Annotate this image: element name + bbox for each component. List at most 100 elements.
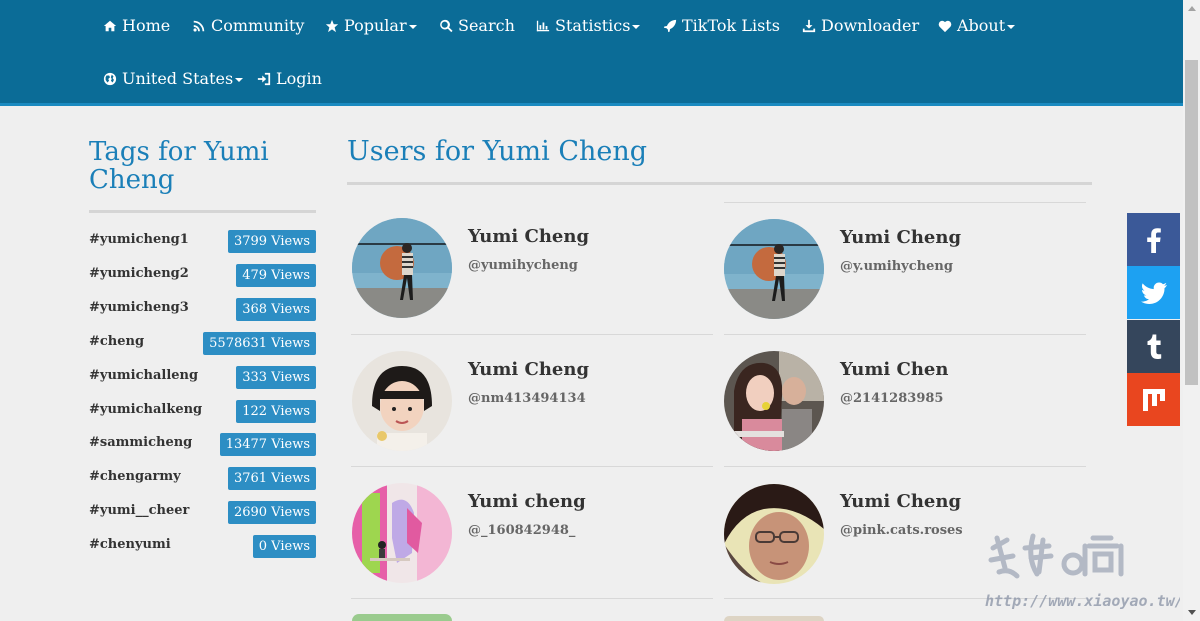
card-divider — [724, 202, 1086, 203]
chevron-down-icon — [1007, 24, 1016, 29]
nav-search[interactable]: Search — [438, 16, 515, 35]
tag-row[interactable]: #yumicheng1 3799 Views — [89, 230, 316, 254]
scroll-thumb[interactable] — [1185, 60, 1198, 385]
facebook-icon — [1146, 227, 1161, 253]
scroll-down-arrow-icon[interactable] — [1183, 604, 1200, 621]
tag-row[interactable]: #yumichalleng 333 Views — [89, 366, 316, 390]
tag-row[interactable]: #chenyumi 0 Views — [89, 535, 316, 559]
nav-community[interactable]: Community — [191, 16, 304, 35]
nav-community-label: Community — [211, 16, 305, 35]
tag-row[interactable]: #yumicheng2 479 Views — [89, 264, 316, 288]
chevron-down-icon — [632, 24, 641, 29]
users-divider — [347, 182, 1092, 185]
card-divider — [351, 334, 713, 335]
user-name[interactable]: Yumi Cheng — [468, 226, 589, 247]
tag-name[interactable]: #yumi__cheer — [89, 503, 189, 518]
tags-heading: Tags for Yumi Cheng — [89, 137, 269, 195]
nav-about[interactable]: About — [937, 16, 1016, 35]
user-name[interactable]: Yumi Cheng — [468, 359, 589, 380]
tag-name[interactable]: #yumicheng3 — [89, 300, 189, 315]
rocket-icon — [662, 18, 678, 34]
nav-home-label: Home — [122, 16, 171, 35]
tag-views-badge: 3799 Views — [227, 230, 316, 253]
bar-chart-icon — [535, 18, 551, 34]
tag-row[interactable]: #sammicheng 13477 Views — [89, 433, 316, 457]
mix-share-button[interactable] — [1127, 373, 1180, 426]
user-handle: @2141283985 — [840, 391, 944, 406]
nav-statistics-label: Statistics — [555, 16, 631, 35]
watermark-url: http://www.xiaoyao.tw/ — [985, 592, 1180, 610]
user-avatar[interactable] — [724, 219, 824, 319]
tag-name[interactable]: #sammicheng — [89, 435, 192, 450]
user-name[interactable]: Yumi Chen — [840, 359, 948, 380]
twitter-icon — [1140, 282, 1167, 304]
tag-name[interactable]: #chengarmy — [89, 469, 181, 484]
chevron-down-icon — [235, 77, 244, 82]
tag-row[interactable]: #yumicheng3 368 Views — [89, 298, 316, 322]
rss-icon — [191, 18, 207, 34]
tag-row[interactable]: #chengarmy 3761 Views — [89, 467, 316, 491]
user-avatar[interactable] — [352, 483, 452, 583]
user-handle: @_160842948_ — [468, 523, 576, 538]
user-name[interactable]: Yumi Cheng — [840, 491, 961, 512]
tag-name[interactable]: #yumicheng1 — [89, 232, 189, 247]
tag-row[interactable]: #cheng 5578631 Views — [89, 332, 316, 356]
nav-tiktok-lists[interactable]: TikTok Lists — [662, 16, 780, 35]
vertical-scrollbar[interactable] — [1183, 0, 1200, 621]
tag-row[interactable]: #yumichalkeng 122 Views — [89, 400, 316, 424]
card-divider — [724, 334, 1086, 335]
scroll-up-arrow-icon[interactable] — [1183, 0, 1200, 17]
tag-views-badge: 122 Views — [236, 400, 316, 423]
nav-popular[interactable]: Popular — [324, 16, 417, 35]
card-divider — [724, 466, 1086, 467]
tag-name[interactable]: #yumicheng2 — [89, 266, 189, 281]
tag-name[interactable]: #cheng — [89, 334, 144, 349]
download-icon — [801, 18, 817, 34]
tag-views-badge: 0 Views — [252, 535, 316, 558]
tumblr-icon — [1147, 334, 1161, 359]
nav-downloader[interactable]: Downloader — [801, 16, 919, 35]
tag-views-badge: 13477 Views — [219, 433, 316, 456]
user-avatar[interactable] — [724, 484, 824, 584]
top-navbar: Home Community Popular Search Statistics… — [0, 0, 1200, 106]
user-handle: @y.umihycheng — [840, 259, 953, 274]
card-divider — [351, 466, 713, 467]
user-handle: @pink.cats.roses — [840, 523, 963, 538]
tag-views-badge: 333 Views — [236, 366, 316, 389]
tag-views-badge: 2690 Views — [227, 501, 316, 524]
nav-tiktok-lists-label: TikTok Lists — [682, 16, 780, 35]
user-name[interactable]: Yumi Cheng — [840, 227, 961, 248]
tag-name[interactable]: #chenyumi — [89, 537, 171, 552]
nav-search-label: Search — [458, 16, 515, 35]
user-avatar[interactable] — [724, 351, 824, 451]
chevron-down-icon — [408, 24, 417, 29]
users-heading: Users for Yumi Cheng — [347, 136, 648, 167]
user-avatar[interactable] — [352, 218, 452, 318]
tags-divider — [89, 210, 316, 213]
tumblr-share-button[interactable] — [1127, 320, 1180, 373]
card-divider — [351, 598, 713, 599]
tag-name[interactable]: #yumichalkeng — [89, 402, 202, 417]
nav-downloader-label: Downloader — [821, 16, 920, 35]
nav-statistics[interactable]: Statistics — [535, 16, 641, 35]
heart-icon — [937, 18, 953, 34]
tag-views-badge: 3761 Views — [227, 467, 316, 490]
user-handle: @nm413494134 — [468, 391, 586, 406]
home-icon — [102, 18, 118, 34]
user-avatar[interactable] — [352, 351, 452, 451]
mix-icon — [1142, 388, 1165, 411]
user-avatar[interactable] — [724, 616, 824, 621]
tag-name[interactable]: #yumichalleng — [89, 368, 198, 383]
user-avatar[interactable] — [352, 614, 452, 621]
nav-login[interactable]: Login — [256, 69, 322, 88]
facebook-share-button[interactable] — [1127, 213, 1180, 266]
globe-icon — [102, 71, 118, 87]
search-icon — [438, 18, 454, 34]
twitter-share-button[interactable] — [1127, 266, 1180, 319]
nav-home[interactable]: Home — [102, 16, 170, 35]
user-name[interactable]: Yumi cheng — [468, 491, 586, 512]
sign-in-icon — [256, 71, 272, 87]
nav-country[interactable]: United States — [102, 69, 244, 88]
nav-popular-label: Popular — [344, 16, 407, 35]
tag-row[interactable]: #yumi__cheer 2690 Views — [89, 501, 316, 525]
